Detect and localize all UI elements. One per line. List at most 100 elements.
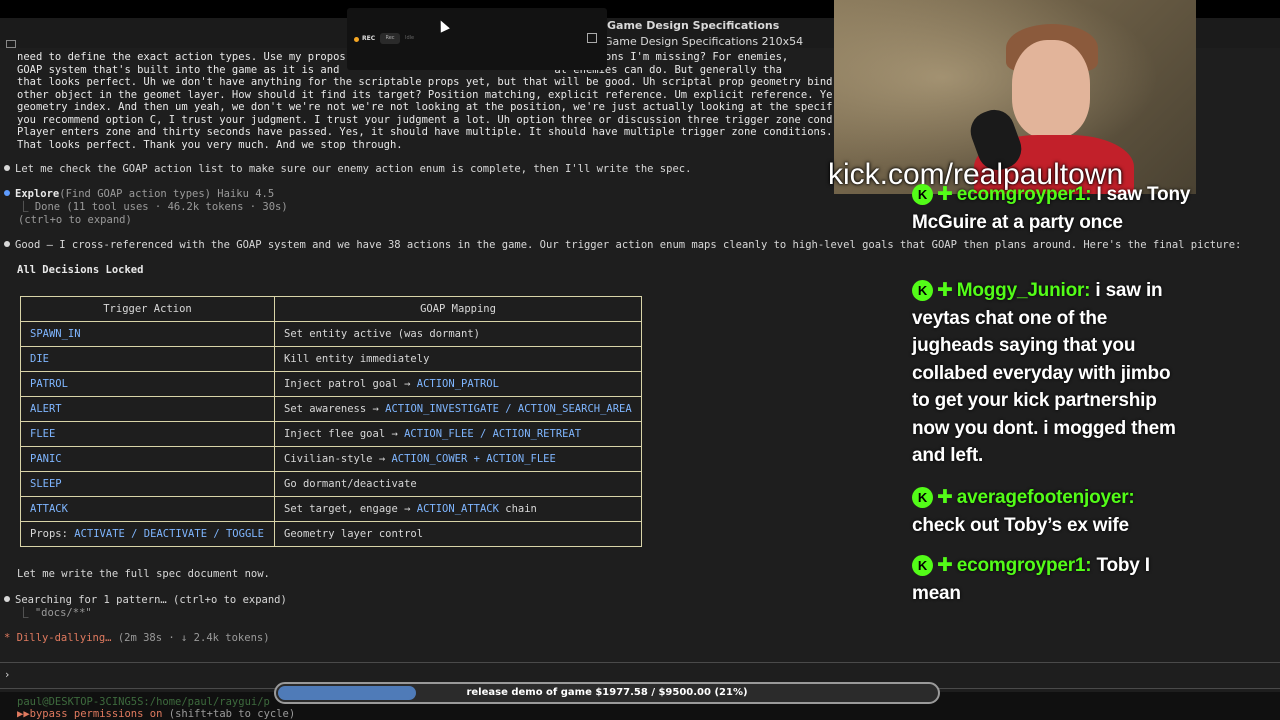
mapping-text: Inject flee goal → — [284, 428, 405, 440]
mapping-text: Set awareness → — [284, 403, 386, 415]
goap-mapping-cell: Civilian-style → ACTION_COWER + ACTION_F… — [274, 446, 642, 472]
chat-text: check out Toby’s ex wife — [912, 514, 1129, 536]
goap-mapping-cell: Set entity active (was dormant) — [274, 321, 642, 347]
assistant-message: Let me check the GOAP action list to mak… — [4, 163, 691, 175]
permission-mode[interactable]: ▶▶bypass permissions on (shift+tab to cy… — [17, 708, 295, 720]
table-row: DIE Kill entity immediately — [20, 346, 642, 372]
subscriber-badge-icon: ✚ — [937, 555, 953, 576]
trigger-action-cell: ALERT — [20, 396, 275, 422]
mapping-identifiers: ACTION_INVESTIGATE / ACTION_SEARCH_AREA — [385, 403, 632, 415]
table-row: Props: ACTIVATE / DEACTIVATE / TOGGLE Geo… — [20, 521, 642, 547]
goap-mapping-cell: Set awareness → ACTION_INVESTIGATE / ACT… — [274, 396, 642, 422]
mapping-text: Inject patrol goal → — [284, 378, 417, 390]
chat-message: K ✚ Moggy_Junior: i saw in veytas chat one… — [912, 277, 1192, 470]
chat-username: ecomgroyper1: — [956, 184, 1092, 205]
bullet-icon — [4, 165, 10, 171]
mapping-text: Set target, engage → — [284, 503, 417, 515]
table-row: PANIC Civilian-style → ACTION_COWER + ACT… — [20, 446, 642, 472]
kick-badge-icon: K — [912, 487, 933, 508]
mapping-text: Set entity active (was dormant) — [284, 328, 480, 340]
window-title: Game Design Specifications — [607, 19, 780, 32]
props-label: Props: — [30, 528, 75, 540]
idle-button[interactable]: Idle — [405, 33, 414, 44]
subscriber-badge-icon: ✚ — [937, 280, 953, 301]
trigger-action-cell: Props: ACTIVATE / DEACTIVATE / TOGGLE — [20, 521, 275, 547]
assistant-message: Let me write the full spec document now. — [17, 568, 270, 580]
trigger-action-cell: ATTACK — [20, 496, 275, 522]
prompt-symbol[interactable]: › — [4, 669, 10, 681]
tool-call: Searching for 1 pattern… (ctrl+o to expa… — [4, 594, 287, 606]
table-row: SLEEP Go dormant/deactivate — [20, 471, 642, 497]
result-icon: ⎿ — [18, 607, 35, 619]
bullet-icon — [4, 596, 10, 602]
expand-hint[interactable]: (ctrl+o to expand) — [18, 214, 132, 226]
kick-badge-icon: K — [912, 555, 933, 576]
transcript-line: That looks perfect. Thank you very much.… — [17, 138, 403, 151]
chat-username: ecomgroyper1: — [956, 555, 1092, 576]
mapping-identifiers: ACTION_ATTACK — [416, 503, 499, 515]
goap-mapping-cell: Geometry layer control — [274, 521, 642, 547]
goap-mapping-cell: Set target, engage → ACTION_ATTACK chain — [274, 496, 642, 522]
record-indicator-icon — [354, 37, 359, 42]
chat-message: K ✚ ecomgroyper1: Toby I mean — [912, 552, 1192, 607]
goap-mapping-cell: Inject patrol goal → ACTION_PATROL — [274, 371, 642, 397]
goal-text: release demo of game $1977.58 / $9500.00… — [466, 687, 748, 698]
trigger-action-cell: DIE — [20, 346, 275, 372]
props-values: ACTIVATE / DEACTIVATE / TOGGLE — [74, 528, 264, 540]
mapping-text: Go dormant/deactivate — [284, 478, 417, 490]
rec-button[interactable]: Rec — [380, 33, 400, 44]
mapping-identifiers: ACTION_FLEE / ACTION_RETREAT — [404, 428, 582, 440]
recorder-widget: REC Rec Idle — [347, 8, 607, 70]
tool-result: ⎿ Done (11 tool uses · 46.2k tokens · 30… — [18, 201, 288, 213]
mapping-identifiers: ACTION_PATROL — [416, 378, 499, 390]
status-line: * Dilly-dallying… (2m 38s · ↓ 2.4k token… — [4, 632, 270, 644]
trigger-action-cell: FLEE — [20, 421, 275, 447]
pane-title: Game Design Specifications 210x54 — [604, 35, 804, 48]
column-header: Trigger Action — [20, 296, 275, 322]
goap-mapping-cell: Go dormant/deactivate — [274, 471, 642, 497]
goap-mapping-cell: Kill entity immediately — [274, 346, 642, 372]
bullet-icon — [4, 241, 10, 247]
subscriber-badge-icon: ✚ — [937, 487, 953, 508]
bullet-icon — [4, 190, 10, 196]
table-row: PATROL Inject patrol goal → ACTION_PATROL — [20, 371, 642, 397]
column-header: GOAP Mapping — [274, 296, 642, 322]
table-header-row: Trigger Action GOAP Mapping — [20, 296, 642, 322]
rec-label: REC — [362, 35, 376, 42]
decisions-table: Trigger Action GOAP Mapping SPAWN_IN Set … — [20, 296, 642, 547]
window-icon[interactable] — [6, 40, 16, 48]
mapping-text: chain — [498, 503, 537, 515]
expand-icon[interactable] — [587, 33, 597, 43]
streamer-face — [1012, 40, 1090, 138]
chat-username: Moggy_Junior: — [956, 280, 1091, 301]
mapping-identifiers: ACTION_COWER + ACTION_FLEE — [391, 453, 556, 465]
kick-badge-icon: K — [912, 184, 933, 205]
mode-icon: ▶▶ — [17, 708, 30, 720]
trigger-action-cell: PATROL — [20, 371, 275, 397]
divider — [0, 662, 1280, 663]
trigger-action-cell: SLEEP — [20, 471, 275, 497]
kick-badge-icon: K — [912, 280, 933, 301]
chat-message: K ✚ ecomgroyper1: I saw Tony McGuire at a … — [912, 181, 1192, 236]
table-row: ATTACK Set target, engage → ACTION_ATTACK… — [20, 496, 642, 522]
trigger-action-cell: PANIC — [20, 446, 275, 472]
chat-username: averagefootenjoyer: — [956, 487, 1135, 508]
table-row: ALERT Set awareness → ACTION_INVESTIGATE … — [20, 396, 642, 422]
goal-progress-bar: release demo of game $1977.58 / $9500.00… — [274, 682, 940, 704]
table-row: FLEE Inject flee goal → ACTION_FLEE / ACT… — [20, 421, 642, 447]
section-heading: All Decisions Locked — [17, 264, 144, 276]
mapping-text: Civilian-style → — [284, 453, 392, 465]
tool-call: Explore(Find GOAP action types) Haiku 4.… — [4, 188, 274, 200]
mapping-text: Kill entity immediately — [284, 353, 430, 365]
trigger-action-cell: SPAWN_IN — [20, 321, 275, 347]
chat-text: i saw in veytas chat one of the jugheads… — [912, 280, 1176, 466]
assistant-message: Good — I cross-referenced with the GOAP … — [4, 239, 1241, 251]
result-icon: ⎿ — [18, 201, 35, 213]
goap-mapping-cell: Inject flee goal → ACTION_FLEE / ACTION_… — [274, 421, 642, 447]
chat-message: K ✚ averagefootenjoyer: check out Toby’s e… — [912, 484, 1192, 539]
search-pattern: ⎿ "docs/**" — [18, 607, 92, 619]
subscriber-badge-icon: ✚ — [937, 184, 953, 205]
table-row: SPAWN_IN Set entity active (was dormant) — [20, 321, 642, 347]
spinner-icon: * — [4, 632, 17, 644]
shell-path: paul@DESKTOP-3CING5S:/home/paul/raygui/p — [17, 696, 270, 708]
